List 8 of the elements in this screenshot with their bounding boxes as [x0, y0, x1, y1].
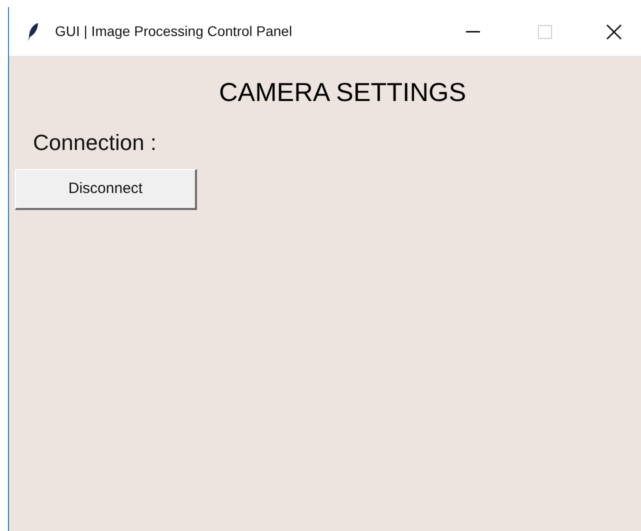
heading: CAMERA SETTINGS [219, 77, 466, 107]
connection-label: Connection : [33, 130, 157, 155]
feather-icon [27, 22, 39, 42]
minimize-icon [466, 30, 480, 32]
window-title: GUI | Image Processing Control Panel [55, 22, 292, 41]
maximize-icon [538, 24, 552, 38]
close-icon [606, 24, 622, 40]
disconnect-button[interactable]: Disconnect [15, 169, 197, 210]
